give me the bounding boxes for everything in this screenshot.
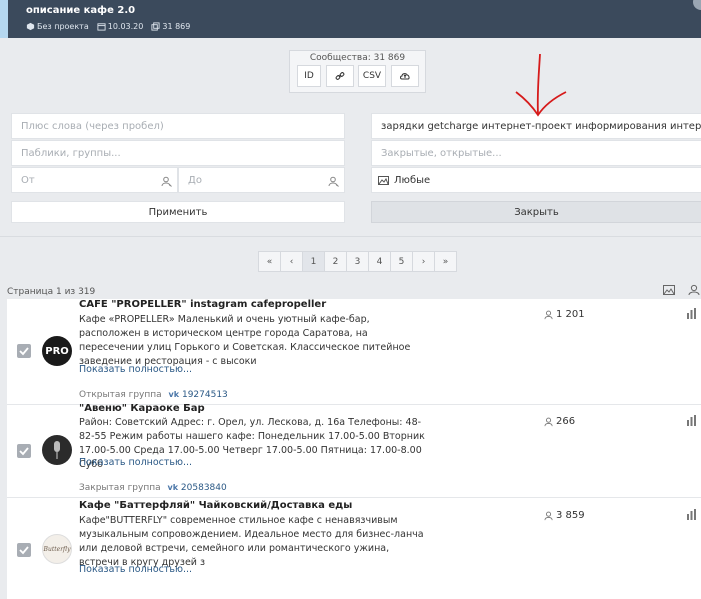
- section-divider: [0, 236, 701, 237]
- from-input[interactable]: От: [11, 167, 178, 193]
- group-title[interactable]: Кафе "Баттерфляй" Чайковский/Доставка ед…: [79, 500, 352, 511]
- project-label: Без проекта: [37, 22, 89, 31]
- group-id-link[interactable]: 19274513: [182, 390, 228, 400]
- page-2-button[interactable]: 2: [324, 251, 347, 272]
- row-divider: [7, 497, 701, 498]
- user-icon: [544, 511, 553, 520]
- group-type-label: Закрытая группа: [79, 483, 161, 493]
- page-3-button[interactable]: 3: [346, 251, 369, 272]
- members-count: 3 859: [544, 510, 585, 521]
- header-bar: описание кафе 2.0 Без проекта 10.03.20 3…: [0, 0, 701, 38]
- members-value: 266: [556, 416, 576, 427]
- header-accent: [0, 0, 8, 38]
- stats-icon[interactable]: [686, 415, 697, 426]
- vk-icon: vk: [168, 390, 180, 399]
- group-type-label: Открытая группа: [79, 390, 162, 400]
- row-checkbox[interactable]: [17, 543, 31, 557]
- vk-icon: vk: [167, 483, 179, 492]
- page-title: описание кафе 2.0: [26, 5, 136, 16]
- list-item: PRO CAFE "PROPELLER" instagram cafeprope…: [7, 299, 701, 405]
- members-count: 1 201: [544, 309, 585, 320]
- user-icon: [544, 310, 553, 319]
- cube-icon: [26, 22, 35, 31]
- check-icon: [19, 447, 29, 456]
- group-id-link[interactable]: 20583840: [181, 483, 227, 493]
- members-count: 266: [544, 416, 575, 427]
- users-toggle-icon[interactable]: [688, 284, 701, 296]
- type-value: Любые: [394, 174, 431, 186]
- user-icon: [161, 176, 172, 187]
- cloud-icon: [400, 73, 410, 80]
- group-description: Кафе"BUTTERFLY" современное стильное каф…: [79, 515, 424, 568]
- page-1-button[interactable]: 1: [302, 251, 325, 272]
- stats-icon[interactable]: [686, 509, 697, 520]
- show-more-link[interactable]: Показать полностью...: [79, 564, 192, 575]
- annotation-arrow: [515, 53, 567, 117]
- first-page-button[interactable]: «: [258, 251, 281, 272]
- stats-icon[interactable]: [686, 308, 697, 319]
- show-more-link[interactable]: Показать полностью...: [79, 457, 192, 468]
- avatar[interactable]: Butterfly: [42, 534, 72, 564]
- close-button[interactable]: Закрыть: [371, 201, 701, 223]
- type-select[interactable]: Любые: [371, 167, 701, 193]
- communities-box: Сообщества: 31 869 ID CSV: [289, 50, 426, 93]
- next-page-button[interactable]: ›: [412, 251, 435, 272]
- cloud-upload-button[interactable]: [391, 65, 419, 87]
- copy-link-button[interactable]: [326, 65, 354, 87]
- check-icon: [19, 347, 29, 356]
- plus-words-input[interactable]: Плюс слова (через пробел): [11, 113, 345, 139]
- row-checkbox[interactable]: [17, 444, 31, 458]
- user-icon: [328, 176, 339, 187]
- calendar-icon: [97, 23, 106, 31]
- user-icon: [544, 417, 553, 426]
- check-icon: [19, 546, 29, 555]
- to-placeholder: До: [188, 174, 202, 186]
- communities-count: Сообщества: 31 869: [309, 53, 406, 63]
- apply-button[interactable]: Применить: [11, 201, 345, 223]
- from-placeholder: От: [21, 174, 35, 186]
- export-id-button[interactable]: ID: [297, 65, 321, 87]
- header-meta: Без проекта 10.03.20 31 869: [26, 22, 190, 31]
- copy-icon: [151, 22, 160, 31]
- header-corner-button[interactable]: [693, 0, 701, 10]
- image-icon: [378, 175, 389, 185]
- group-description: Кафе «PROPELLER» Маленький и очень уютны…: [79, 314, 411, 367]
- group-type: Открытая группа vk 19274513: [79, 390, 228, 400]
- row-checkbox[interactable]: [17, 344, 31, 358]
- image-toggle-icon[interactable]: [663, 285, 675, 295]
- count-label: 31 869: [162, 22, 191, 31]
- link-icon: [335, 72, 345, 80]
- page-4-button[interactable]: 4: [368, 251, 391, 272]
- prev-page-button[interactable]: ‹: [280, 251, 303, 272]
- page-5-button[interactable]: 5: [390, 251, 413, 272]
- closed-open-input[interactable]: Закрытые, открытые...: [371, 140, 701, 166]
- group-type: Закрытая группа vk 20583840: [79, 483, 227, 493]
- members-value: 3 859: [556, 510, 585, 521]
- count-meta: 31 869: [151, 22, 190, 31]
- avatar[interactable]: [42, 435, 72, 465]
- last-page-button[interactable]: »: [434, 251, 457, 272]
- export-csv-button[interactable]: CSV: [358, 65, 386, 87]
- publics-input[interactable]: Паблики, группы...: [11, 140, 345, 166]
- group-title[interactable]: "Авеню" Караоке Бар: [79, 403, 205, 414]
- list-item: "Авеню" Караоке Бар Район: Советский Адр…: [7, 403, 701, 498]
- avatar-logo-text: Butterfly: [43, 545, 71, 553]
- to-input[interactable]: До: [178, 167, 345, 193]
- show-more-link[interactable]: Показать полностью...: [79, 364, 192, 375]
- list-item: Butterfly Кафе "Баттерфляй" Чайковский/Д…: [7, 499, 701, 599]
- project-meta[interactable]: Без проекта: [26, 22, 89, 31]
- avatar[interactable]: PRO: [42, 336, 72, 366]
- page-info: Страница 1 из 319: [7, 287, 96, 297]
- results-list: PRO CAFE "PROPELLER" instagram cafeprope…: [7, 299, 701, 599]
- members-value: 1 201: [556, 309, 585, 320]
- avatar-logo-text: PRO: [45, 345, 69, 357]
- group-title[interactable]: CAFE "PROPELLER" instagram cafepropeller: [79, 299, 326, 310]
- date-meta: 10.03.20: [97, 22, 144, 31]
- microphone-icon: [54, 441, 60, 459]
- date-label: 10.03.20: [107, 22, 144, 31]
- pagination: « ‹ 1 2 3 4 5 › »: [258, 251, 457, 272]
